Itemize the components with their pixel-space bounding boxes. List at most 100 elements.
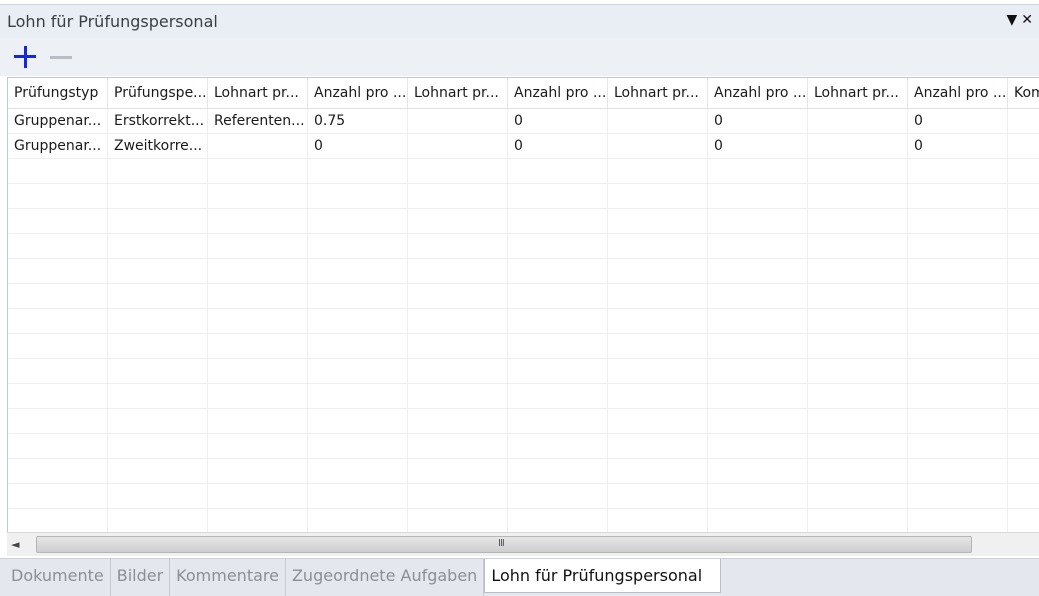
tab-kommentare[interactable]: Kommentare bbox=[170, 559, 286, 596]
table-row[interactable]: Gruppenar... Zweitkorre... 0 0 0 0 bbox=[8, 134, 1039, 159]
tab-zugeordnete-aufgaben[interactable]: Zugeordnete Aufgaben bbox=[285, 559, 485, 596]
empty-cell bbox=[808, 184, 908, 208]
table-cell[interactable]: 0.75 bbox=[308, 109, 408, 133]
empty-cell bbox=[208, 159, 308, 183]
empty-cell bbox=[808, 459, 908, 483]
scroll-left-arrow[interactable]: ◄ bbox=[11, 538, 19, 551]
empty-cell bbox=[908, 434, 1008, 458]
table-cell[interactable] bbox=[808, 134, 908, 158]
column-header[interactable]: Prüfungstyp bbox=[8, 78, 108, 108]
empty-cell bbox=[8, 184, 108, 208]
empty-cell bbox=[908, 184, 1008, 208]
table-cell[interactable]: Gruppenar... bbox=[8, 134, 108, 158]
empty-cell bbox=[908, 209, 1008, 233]
empty-cell bbox=[308, 384, 408, 408]
column-header[interactable]: Lohnart pr... bbox=[208, 78, 308, 108]
empty-cell bbox=[908, 309, 1008, 333]
table-cell[interactable] bbox=[808, 109, 908, 133]
empty-cell bbox=[408, 484, 508, 508]
close-icon[interactable]: ✕ bbox=[1021, 12, 1033, 28]
column-header[interactable]: Anzahl pro ... bbox=[708, 78, 808, 108]
empty-cell bbox=[308, 509, 408, 532]
column-header[interactable]: Lohnart pr... bbox=[408, 78, 508, 108]
table-cell[interactable]: Erstkorrekt... bbox=[108, 109, 208, 133]
empty-cell bbox=[108, 459, 208, 483]
table-cell[interactable]: Gruppenar... bbox=[8, 109, 108, 133]
empty-cell bbox=[608, 484, 708, 508]
empty-cell bbox=[808, 309, 908, 333]
table-cell[interactable] bbox=[408, 134, 508, 158]
empty-cell bbox=[108, 159, 208, 183]
column-header[interactable]: Anzahl pro ... bbox=[908, 78, 1008, 108]
empty-cell bbox=[108, 309, 208, 333]
table-cell[interactable]: 0 bbox=[508, 109, 608, 133]
empty-cell bbox=[508, 509, 608, 532]
empty-row bbox=[8, 434, 1039, 459]
table-cell[interactable] bbox=[408, 109, 508, 133]
empty-cell bbox=[408, 359, 508, 383]
column-header[interactable]: Kom bbox=[1008, 78, 1039, 108]
empty-cell bbox=[408, 509, 508, 532]
panel-title-bar: Lohn für Prüfungspersonal ▼ ✕ bbox=[0, 4, 1039, 38]
column-header[interactable]: Lohnart pr... bbox=[808, 78, 908, 108]
column-header[interactable]: Lohnart pr... bbox=[608, 78, 708, 108]
table-cell[interactable] bbox=[1008, 109, 1039, 133]
table-row[interactable]: Gruppenar... Erstkorrekt... Referenten... 0… bbox=[8, 109, 1039, 134]
empty-cell bbox=[508, 209, 608, 233]
table-cell[interactable] bbox=[1008, 134, 1039, 158]
table-cell[interactable]: 0 bbox=[708, 109, 808, 133]
empty-cell bbox=[8, 359, 108, 383]
empty-cell bbox=[108, 509, 208, 532]
empty-cell bbox=[708, 484, 808, 508]
empty-cell bbox=[308, 209, 408, 233]
empty-cell bbox=[8, 434, 108, 458]
empty-cell bbox=[1008, 434, 1039, 458]
tab-lohn-für-prüfungspersonal[interactable]: Lohn für Prüfungspersonal bbox=[484, 559, 722, 593]
empty-cell bbox=[308, 284, 408, 308]
empty-cell bbox=[8, 484, 108, 508]
empty-cell bbox=[608, 334, 708, 358]
add-row-button[interactable] bbox=[12, 44, 38, 70]
empty-row bbox=[8, 259, 1039, 284]
empty-cell bbox=[608, 259, 708, 283]
table-cell[interactable] bbox=[208, 134, 308, 158]
column-header[interactable]: Anzahl pro ... bbox=[308, 78, 408, 108]
empty-cell bbox=[108, 184, 208, 208]
empty-cell bbox=[1008, 184, 1039, 208]
table-cell[interactable] bbox=[608, 109, 708, 133]
empty-cell bbox=[908, 159, 1008, 183]
scrollbar-thumb[interactable]: III bbox=[36, 536, 972, 553]
empty-cell bbox=[708, 409, 808, 433]
empty-cell bbox=[108, 384, 208, 408]
empty-cell bbox=[8, 309, 108, 333]
dropdown-arrow-icon[interactable]: ▼ bbox=[1006, 12, 1017, 28]
remove-row-button[interactable] bbox=[48, 44, 74, 70]
table-cell[interactable] bbox=[608, 134, 708, 158]
empty-row bbox=[8, 159, 1039, 184]
table-cell[interactable]: 0 bbox=[508, 134, 608, 158]
table-cell[interactable]: 0 bbox=[908, 109, 1008, 133]
empty-cell bbox=[408, 234, 508, 258]
empty-cell bbox=[8, 209, 108, 233]
empty-cell bbox=[1008, 359, 1039, 383]
tab-bilder[interactable]: Bilder bbox=[110, 559, 171, 596]
empty-cell bbox=[508, 484, 608, 508]
panel-title: Lohn für Prüfungspersonal bbox=[7, 12, 218, 31]
horizontal-scrollbar[interactable]: ◄ III bbox=[7, 532, 1039, 556]
empty-cell bbox=[8, 384, 108, 408]
tab-dokumente[interactable]: Dokumente bbox=[5, 559, 111, 596]
empty-cell bbox=[708, 459, 808, 483]
empty-cell bbox=[708, 434, 808, 458]
table-cell[interactable]: 0 bbox=[308, 134, 408, 158]
tab-bar: Dokumente Bilder Kommentare Zugeordnete Auf… bbox=[0, 558, 1039, 596]
column-header[interactable]: Anzahl pro ... bbox=[508, 78, 608, 108]
panel-controls: ▼ ✕ bbox=[1006, 12, 1033, 28]
table-cell[interactable]: 0 bbox=[708, 134, 808, 158]
table-cell[interactable]: Referenten... bbox=[208, 109, 308, 133]
table-cell[interactable]: Zweitkorre... bbox=[108, 134, 208, 158]
empty-cell bbox=[108, 484, 208, 508]
empty-cell bbox=[208, 259, 308, 283]
column-header[interactable]: Prüfungspe... bbox=[108, 78, 208, 108]
empty-cell bbox=[708, 509, 808, 532]
table-cell[interactable]: 0 bbox=[908, 134, 1008, 158]
